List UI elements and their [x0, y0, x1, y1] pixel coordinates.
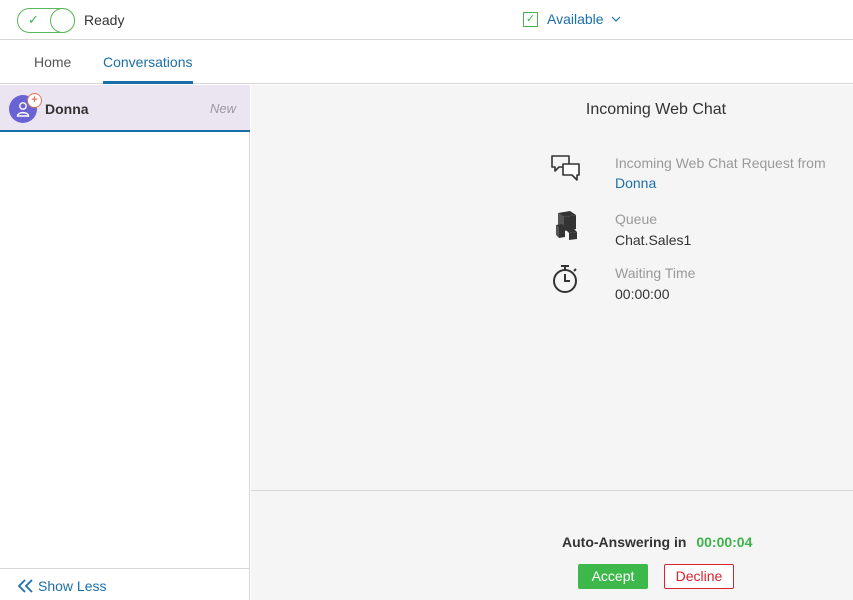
queue-label: Queue: [615, 211, 658, 227]
request-label: Incoming Web Chat Request from: [615, 155, 826, 171]
top-status-bar: ✓ Ready ✓ Available: [0, 0, 853, 40]
check-icon: ✓: [28, 12, 39, 27]
decline-button[interactable]: Decline: [664, 564, 734, 589]
ready-status-label: Ready: [84, 12, 125, 28]
availability-label: Available: [547, 11, 604, 27]
show-less-label: Show Less: [38, 578, 107, 594]
auto-answer-timer: 00:00:04: [696, 534, 753, 550]
chevron-down-icon: [611, 16, 620, 22]
auto-answer-status: Auto-Answering in 00:00:04: [562, 534, 752, 550]
availability-checkbox[interactable]: ✓: [523, 11, 538, 27]
conversation-list-panel: + Donna New Show Less: [0, 85, 250, 600]
queue-boxes-icon: [556, 211, 577, 240]
requester-name-link[interactable]: Donna: [615, 175, 656, 191]
double-chevron-left-icon: [18, 579, 33, 593]
accept-button[interactable]: Accept: [578, 564, 648, 589]
queue-value: Chat.Sales1: [615, 232, 692, 248]
ready-toggle[interactable]: ✓: [17, 8, 75, 33]
waiting-time-label: Waiting Time: [615, 265, 696, 281]
conversation-status-badge: New: [209, 101, 236, 116]
chat-detail-panel: Incoming Web Chat Incoming Web Chat Requ…: [251, 85, 853, 600]
stopwatch-icon: [553, 265, 577, 293]
auto-answer-label: Auto-Answering in: [562, 534, 687, 550]
tab-home[interactable]: Home: [34, 54, 71, 70]
availability-dropdown[interactable]: ✓ Available: [523, 11, 621, 27]
main-nav: Home Conversations: [0, 40, 853, 84]
conversation-contact-name: Donna: [45, 101, 89, 117]
divider: [251, 490, 853, 491]
conversation-item-donna[interactable]: + Donna New: [0, 85, 250, 132]
active-tab-indicator: [103, 81, 193, 84]
show-less-button[interactable]: Show Less: [0, 568, 250, 600]
waiting-time-value: 00:00:00: [615, 286, 670, 302]
tab-conversations[interactable]: Conversations: [103, 54, 193, 70]
chat-bubbles-icon: [551, 155, 580, 181]
plus-icon: +: [27, 93, 42, 108]
toggle-knob[interactable]: [50, 8, 75, 33]
page-title: Incoming Web Chat: [585, 101, 727, 118]
